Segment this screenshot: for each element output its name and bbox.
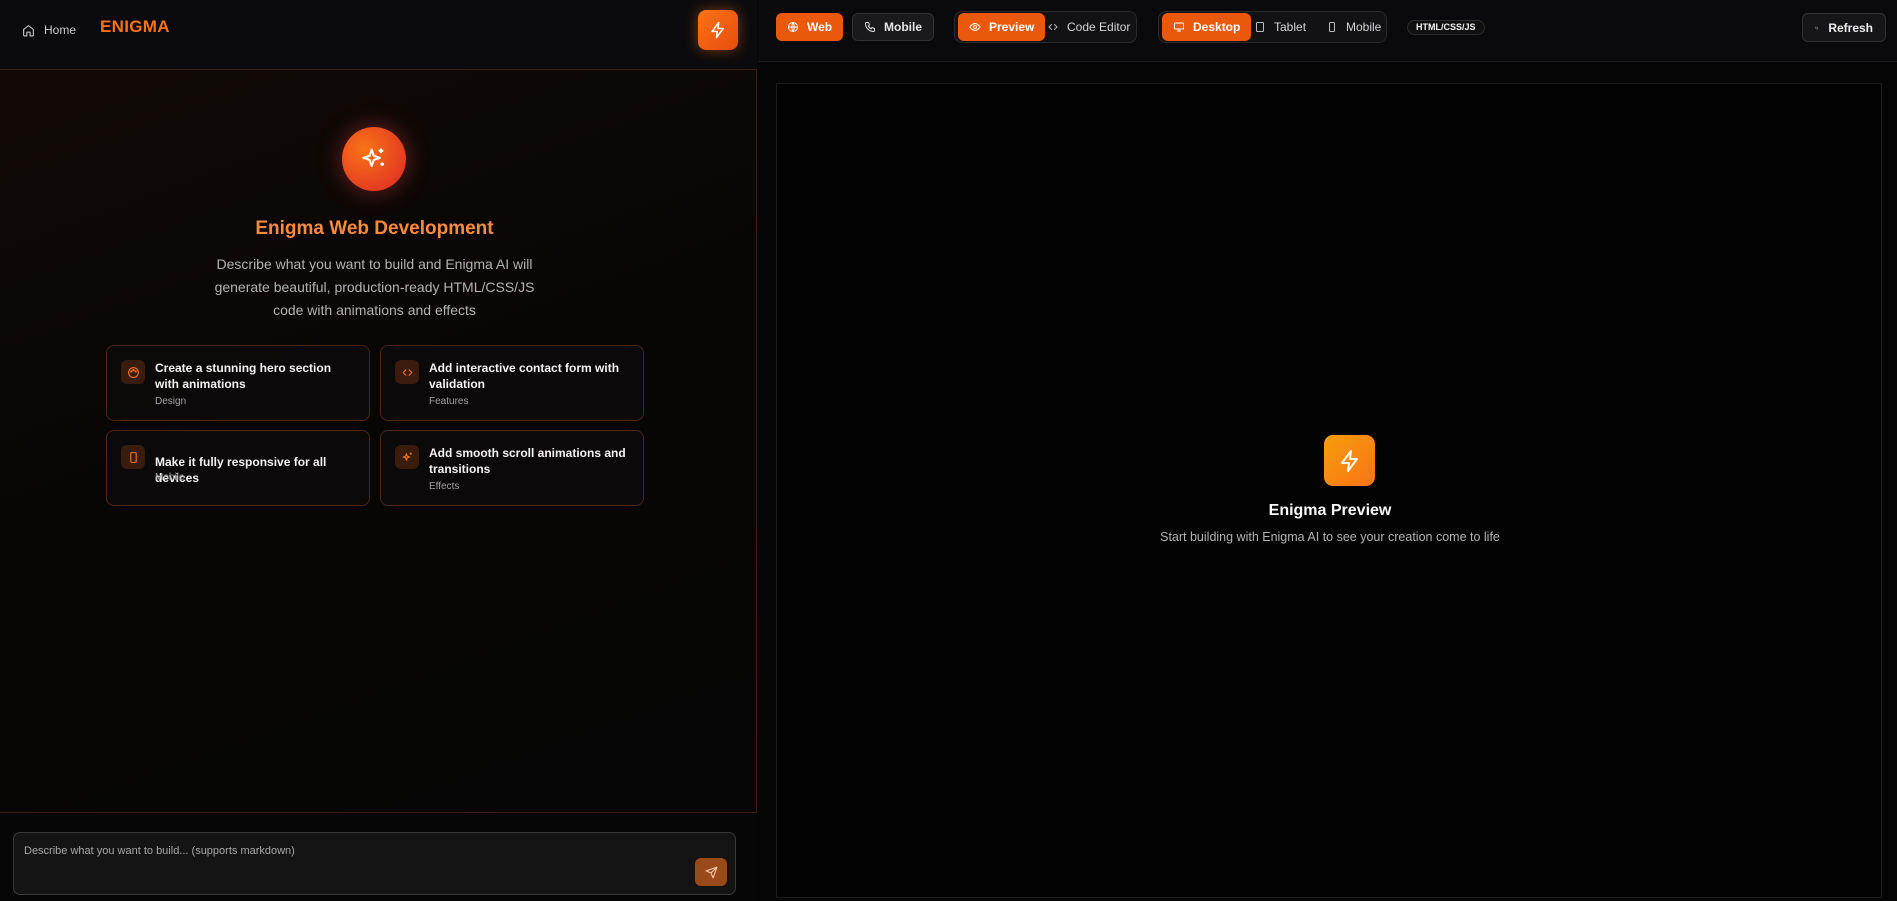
globe-icon: [788, 22, 798, 32]
suggestion-tag: Mobile: [155, 472, 185, 483]
brand-logo[interactable]: ENIGMA: [100, 17, 170, 37]
platform-mobile-label: Mobile: [884, 20, 922, 34]
device-tablet-button[interactable]: Tablet: [1243, 13, 1317, 41]
suggestion-card-design[interactable]: Create a stunning hero section with anim…: [106, 345, 370, 421]
hero-title: Enigma Web Development: [255, 218, 494, 239]
device-mobile-label: Mobile: [1346, 20, 1382, 34]
device-mobile-button[interactable]: Mobile: [1315, 13, 1392, 41]
device-desktop-button[interactable]: Desktop: [1162, 13, 1252, 41]
suggestion-tag: Effects: [429, 481, 460, 492]
home-icon: [23, 24, 34, 36]
preview-subtitle: Start building with Enigma AI to see you…: [1160, 530, 1500, 544]
chat-header: Home ENIGMA: [0, 0, 757, 70]
prompt-input[interactable]: [24, 841, 664, 861]
smartphone-icon: [1329, 22, 1335, 32]
preview-panel: Web Mobile Preview Code Editor Desktop T…: [758, 0, 1897, 901]
chat-panel: Home ENIGMA Enigma Web Development Descr…: [0, 0, 757, 901]
phone-icon: [865, 22, 875, 32]
device-tablet-label: Tablet: [1274, 20, 1307, 34]
platform-web-button[interactable]: Web: [776, 13, 844, 41]
monitor-icon: [1174, 22, 1184, 32]
suggestion-tag: Features: [429, 396, 469, 407]
preview-logo: [1324, 435, 1375, 486]
refresh-button[interactable]: Refresh: [1802, 13, 1886, 42]
home-button[interactable]: Home: [22, 20, 76, 40]
sparkles-icon: [362, 148, 384, 168]
send-button[interactable]: [695, 858, 727, 886]
view-preview-label: Preview: [989, 20, 1035, 34]
suggestion-title: Create a stunning hero section with anim…: [155, 361, 332, 391]
smartphone-icon: [121, 445, 145, 469]
suggestion-title: Add interactive contact form with valida…: [429, 361, 620, 391]
zap-icon: [1340, 449, 1358, 472]
sparkles-icon: [395, 445, 419, 469]
tech-badge: HTML/CSS/JS: [1407, 20, 1485, 35]
code-icon: [395, 360, 419, 384]
hero-description: Describe what you want to build and Enig…: [214, 256, 535, 318]
view-code-editor-button[interactable]: Code Editor: [1036, 13, 1141, 41]
suggestion-card-features[interactable]: Add interactive contact form with valida…: [380, 345, 644, 421]
view-preview-button[interactable]: Preview: [958, 13, 1046, 41]
platform-mobile-button[interactable]: Mobile: [852, 13, 934, 41]
refresh-label: Refresh: [1828, 20, 1873, 35]
suggestion-title: Add smooth scroll animations and transit…: [429, 446, 626, 476]
device-desktop-label: Desktop: [1193, 20, 1241, 34]
eye-icon: [969, 22, 981, 32]
platform-web-label: Web: [807, 20, 833, 34]
tablet-icon: [1256, 22, 1264, 32]
preview-toolbar: Web Mobile Preview Code Editor Desktop T…: [758, 0, 1897, 62]
refresh-icon: [1815, 26, 1818, 29]
palette-icon: [121, 360, 145, 384]
send-icon: [705, 866, 717, 878]
code-icon: [1048, 24, 1058, 30]
zap-icon: [711, 21, 724, 39]
suggestion-card-mobile[interactable]: Make it fully responsive for all devices…: [106, 430, 370, 506]
suggestion-tag: Design: [155, 396, 187, 407]
zap-button[interactable]: [698, 10, 738, 50]
preview-title: Enigma Preview: [1268, 502, 1392, 519]
suggestion-card-effects[interactable]: Add smooth scroll animations and transit…: [380, 430, 644, 506]
prompt-box[interactable]: [13, 832, 736, 895]
preview-frame[interactable]: Enigma Preview Start building with Enigm…: [776, 83, 1882, 898]
suggestion-title: Make it fully responsive for all devices: [155, 455, 327, 485]
home-label: Home: [44, 23, 77, 37]
view-code-editor-label: Code Editor: [1067, 20, 1131, 34]
hero-badge: [342, 127, 406, 191]
